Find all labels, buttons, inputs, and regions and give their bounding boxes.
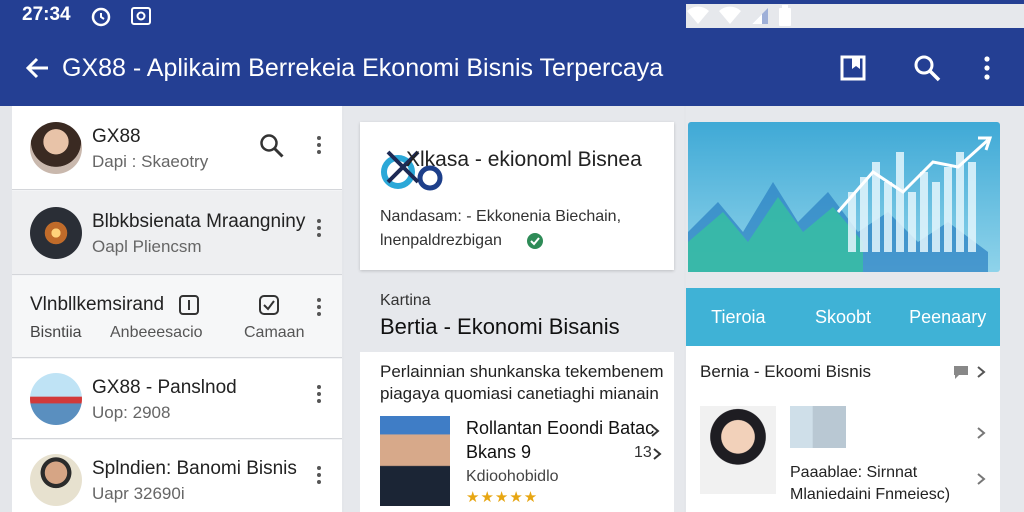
chevron-right-icon[interactable] xyxy=(974,365,988,379)
article-item-title: Rollantan Eoondi Batac xyxy=(466,418,655,438)
article-item-meta: Kdioohobidlo xyxy=(466,468,559,485)
item-subtitle: Uop: 2908 xyxy=(92,403,171,422)
globe-icon xyxy=(527,233,543,249)
toolbar-row: Vlnbllkemsirand Bisntiia Anbeeesacio Cam… xyxy=(12,276,342,358)
rating-stars: ★★★★★ xyxy=(466,489,539,506)
right-panel: Tieroia Skoobt Peenaary Bernia - Ekoomi … xyxy=(686,106,1024,512)
wifi-icon xyxy=(719,6,741,24)
toolbar-tab[interactable]: Camaan xyxy=(244,324,304,342)
more-vert-icon[interactable] xyxy=(312,464,326,486)
article-paragraph: Perlainnian shunkanska tekembenem xyxy=(380,362,664,381)
chevron-right-icon[interactable] xyxy=(648,424,662,438)
status-time: 27:34 xyxy=(22,4,71,25)
logo-card[interactable]: Xlkasa - ekionoml Bisnea Nandasam: - Ekk… xyxy=(360,122,674,270)
avatar xyxy=(30,454,82,506)
center-panel: Xlkasa - ekionoml Bisnea Nandasam: - Ekk… xyxy=(344,106,684,512)
item-subtitle: Uapr 32690i xyxy=(92,484,185,503)
chevron-right-icon[interactable] xyxy=(974,472,988,486)
news-caption: Paaablae: Sirnnat xyxy=(790,464,918,481)
item-title: Blbkbsienata Mraangniny xyxy=(92,211,306,232)
article-paragraph: piagaya quomiasi canetiaghi mianain xyxy=(380,384,659,403)
logo-card-line: lnenpaldrezbigan xyxy=(380,232,502,249)
news-thumbnail xyxy=(700,406,776,494)
more-vert-icon[interactable] xyxy=(972,53,1002,83)
article-eyebrow: Kartina xyxy=(380,292,431,309)
news-title: Bernia - Ekoomi Bisnis xyxy=(700,362,872,381)
conversation-list: GX88 Dapi : Skaeotry Blbkbsienata Mraang… xyxy=(12,106,342,512)
search-icon[interactable] xyxy=(258,132,286,160)
list-item[interactable]: GX88 - Panslnod Uop: 2908 xyxy=(12,359,342,439)
avatar xyxy=(30,373,82,425)
status-indicators xyxy=(686,4,1024,28)
chevron-right-icon[interactable] xyxy=(650,447,664,461)
tab-item[interactable]: Peenaary xyxy=(895,288,1000,346)
chevron-right-icon[interactable] xyxy=(974,426,988,440)
item-subtitle: Oapl Pliencsm xyxy=(92,237,202,256)
tab-item[interactable]: Tieroia xyxy=(686,288,791,346)
checkbox-icon[interactable] xyxy=(258,294,280,316)
alarm-icon xyxy=(91,7,111,27)
avatar xyxy=(30,122,82,174)
signal-icon xyxy=(752,8,768,24)
list-item[interactable]: Blbkbsienata Mraangniny Oapl Pliencsm xyxy=(12,191,342,275)
toolbar-tab[interactable]: Bisntiia xyxy=(30,324,82,342)
news-thumbnail xyxy=(790,406,846,448)
more-vert-icon[interactable] xyxy=(312,296,326,318)
screenshot-icon xyxy=(131,7,151,25)
square-icon[interactable] xyxy=(178,294,200,316)
avatar xyxy=(30,207,82,259)
comment-icon[interactable] xyxy=(952,364,970,380)
article-body[interactable]: Perlainnian shunkanska tekembenem piagay… xyxy=(360,352,674,512)
logo-card-line: Nandasam: - Ekkonenia Biechain, xyxy=(380,208,622,225)
news-card[interactable]: Bernia - Ekoomi Bisnis Paaablae: Sirnnat… xyxy=(686,346,1000,512)
article-item-title: Bkans 9 xyxy=(466,442,532,462)
brand-logo-text: Xlkasa - ekionoml Bisnea xyxy=(406,148,642,171)
more-vert-icon[interactable] xyxy=(312,383,326,405)
back-arrow-icon[interactable] xyxy=(24,54,52,82)
app-bar: GX88 - Aplikaim Berrekeia Ekonomi Bisnis… xyxy=(0,32,1024,106)
article-heading: Bertia - Ekonomi Bisanis xyxy=(380,314,620,339)
status-bar: 27:34 xyxy=(0,0,1024,32)
more-vert-icon[interactable] xyxy=(312,217,326,239)
tab-item[interactable]: Skoobt xyxy=(791,288,896,346)
more-vert-icon[interactable] xyxy=(312,134,326,156)
battery-icon xyxy=(779,5,791,26)
bookmark-icon[interactable] xyxy=(838,53,868,83)
wifi-icon xyxy=(687,6,709,24)
article-card: Kartina Bertia - Ekonomi Bisanis Perlain… xyxy=(360,278,674,512)
search-icon[interactable] xyxy=(912,53,942,83)
item-title: GX88 - Panslnod xyxy=(92,377,237,398)
growth-chart-banner xyxy=(688,122,1000,272)
list-item[interactable]: GX88 Dapi : Skaeotry xyxy=(12,106,342,190)
toolbar-tab[interactable]: Anbeeesacio xyxy=(110,324,203,342)
tab-bar: Tieroia Skoobt Peenaary xyxy=(686,288,1000,346)
list-item[interactable]: Splndien: Banomi Bisnis Uapr 32690i xyxy=(12,440,342,512)
app-title: GX88 - Aplikaim Berrekeia Ekonomi Bisnis… xyxy=(62,54,664,82)
item-title: Splndien: Banomi Bisnis xyxy=(92,458,297,479)
article-thumbnail xyxy=(380,416,450,506)
item-title: GX88 xyxy=(92,126,141,147)
item-subtitle: Dapi : Skaeotry xyxy=(92,152,209,171)
news-caption: Mlaniedaini Fnmeiesc) xyxy=(790,486,951,503)
toolbar-row-title: Vlnbllkemsirand xyxy=(30,294,165,315)
